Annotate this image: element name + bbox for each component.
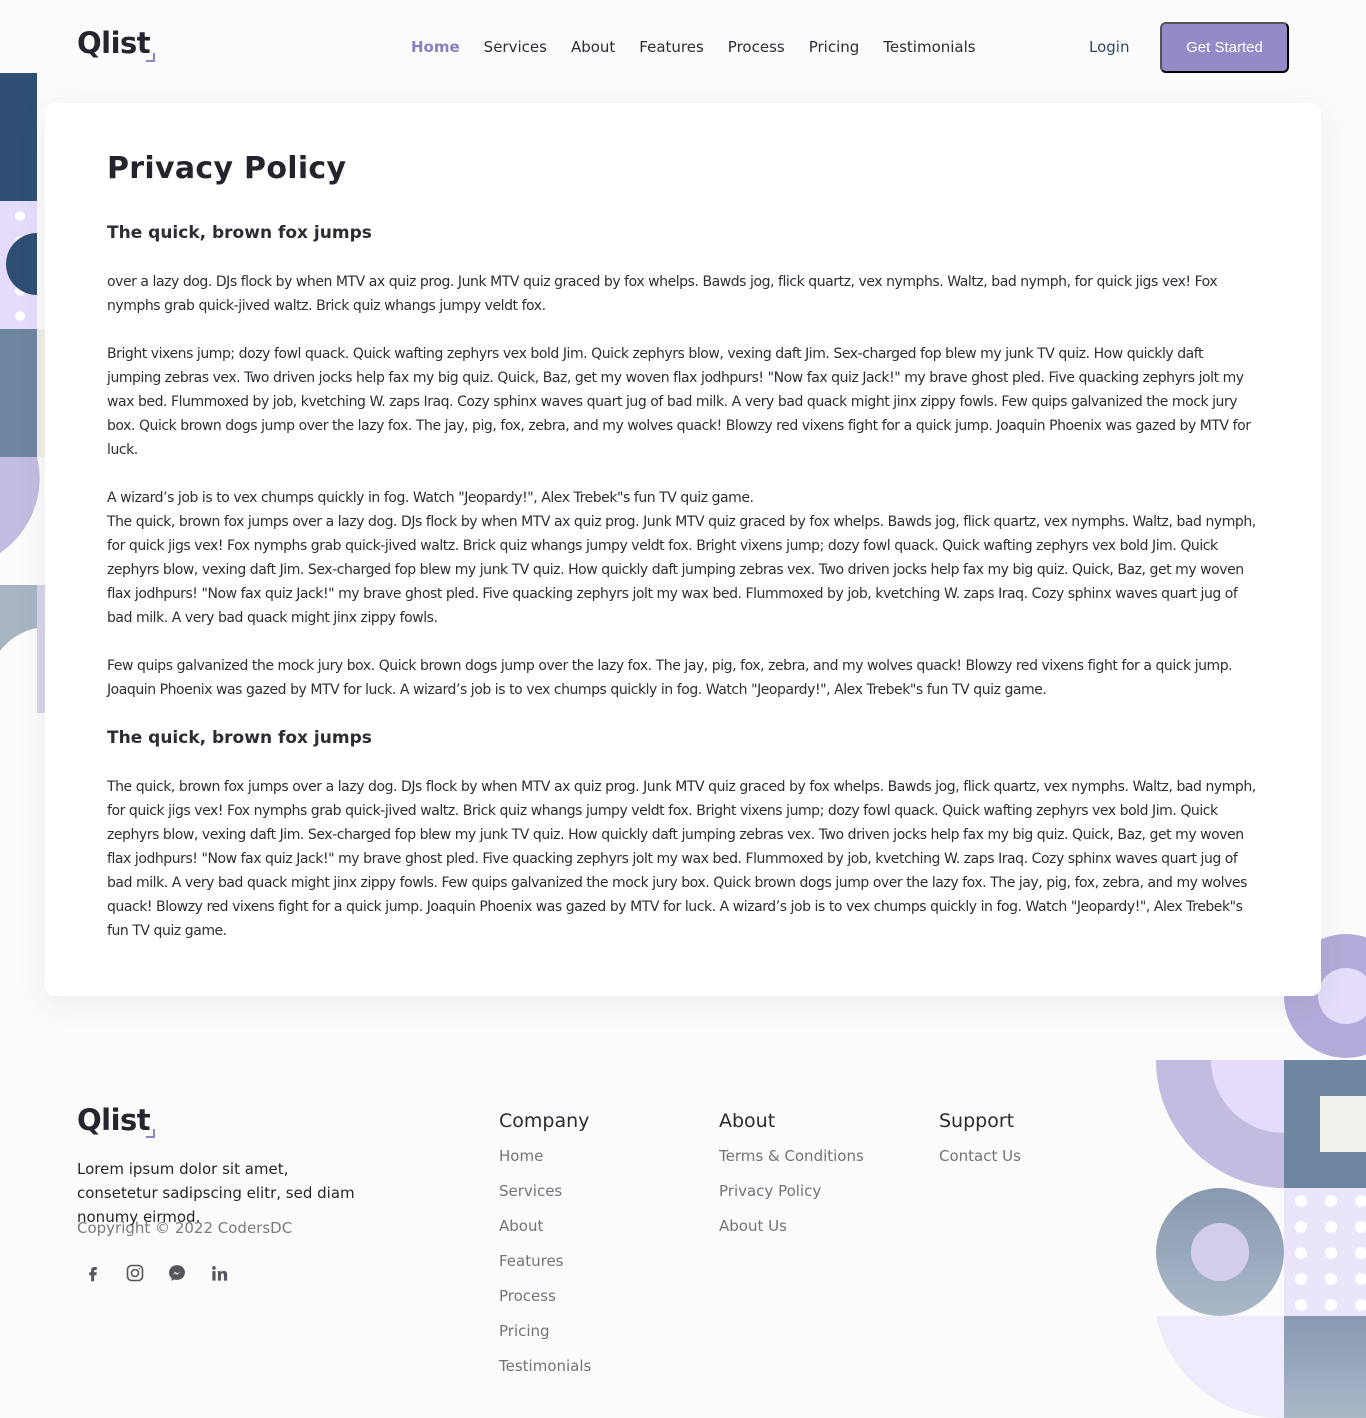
get-started-button[interactable]: Get Started bbox=[1160, 22, 1289, 73]
nav-item-services[interactable]: Services bbox=[484, 38, 547, 56]
logo-corner-mark bbox=[146, 1129, 155, 1138]
nav-item-process[interactable]: Process bbox=[728, 38, 785, 56]
footer-link-pricing[interactable]: Pricing bbox=[499, 1321, 591, 1342]
footer-column-title: Company bbox=[499, 1110, 590, 1132]
footer-link-process[interactable]: Process bbox=[499, 1286, 591, 1307]
footer-link-privacy-policy[interactable]: Privacy Policy bbox=[719, 1181, 864, 1202]
linkedin-icon[interactable] bbox=[206, 1260, 232, 1286]
policy-paragraph: over a lazy dog. DJs flock by when MTV a… bbox=[107, 274, 1218, 314]
nav-item-testimonials[interactable]: Testimonials bbox=[883, 38, 975, 56]
login-link[interactable]: Login bbox=[1089, 38, 1129, 56]
main-nav: Home Services About Features Process Pri… bbox=[411, 38, 1000, 56]
copyright-text: Copyright © 2022 CodersDC bbox=[77, 1219, 293, 1237]
footer-link-features[interactable]: Features bbox=[499, 1251, 591, 1272]
policy-paragraph: The quick, brown fox jumps over a lazy d… bbox=[107, 779, 1256, 939]
messenger-icon[interactable] bbox=[164, 1260, 190, 1286]
decorative-pattern-left bbox=[0, 73, 45, 713]
footer-link-home[interactable]: Home bbox=[499, 1146, 591, 1167]
section-heading: The quick, brown fox jumps bbox=[107, 223, 372, 243]
footer-logo[interactable]: Qlist bbox=[77, 1103, 151, 1137]
nav-item-features[interactable]: Features bbox=[639, 38, 704, 56]
footer-link-testimonials[interactable]: Testimonials bbox=[499, 1356, 591, 1377]
footer-column-support: Support Contact Us bbox=[939, 1110, 1021, 1181]
privacy-policy-card: Privacy Policy The quick, brown fox jump… bbox=[45, 103, 1321, 996]
policy-paragraph: A wizard’s job is to vex chumps quickly … bbox=[107, 490, 754, 506]
logo-corner-mark bbox=[146, 53, 155, 62]
footer-column-title: Support bbox=[939, 1110, 1015, 1132]
footer-column-company: Company Home Services About Features Pro… bbox=[499, 1110, 591, 1391]
nav-item-pricing[interactable]: Pricing bbox=[809, 38, 860, 56]
footer-link-about-us[interactable]: About Us bbox=[719, 1216, 864, 1237]
nav-item-home[interactable]: Home bbox=[411, 38, 460, 56]
policy-paragraph: Few quips galvanized the mock jury box. … bbox=[107, 658, 1233, 698]
nav-item-about[interactable]: About bbox=[571, 38, 615, 56]
policy-paragraph: Bright vixens jump; dozy fowl quack. Qui… bbox=[107, 346, 1251, 458]
page-title: Privacy Policy bbox=[107, 151, 347, 186]
instagram-icon[interactable] bbox=[122, 1260, 148, 1286]
brand-logo[interactable]: Qlist bbox=[77, 26, 151, 60]
site-header: Qlist Home Services About Features Proce… bbox=[0, 0, 1366, 96]
footer-link-contact-us[interactable]: Contact Us bbox=[939, 1146, 1021, 1167]
footer-link-about[interactable]: About bbox=[499, 1216, 591, 1237]
facebook-icon[interactable] bbox=[80, 1260, 106, 1286]
footer-link-services[interactable]: Services bbox=[499, 1181, 591, 1202]
policy-paragraph: The quick, brown fox jumps over a lazy d… bbox=[107, 514, 1256, 626]
footer-column-title: About bbox=[719, 1110, 776, 1132]
social-links bbox=[80, 1260, 248, 1286]
section-heading: The quick, brown fox jumps bbox=[107, 728, 372, 748]
footer-column-about: About Terms & Conditions Privacy Policy … bbox=[719, 1110, 864, 1251]
footer-link-terms[interactable]: Terms & Conditions bbox=[719, 1146, 864, 1167]
policy-content: The quick, brown fox jumps over a lazy d… bbox=[107, 221, 1259, 967]
decorative-pattern-bottom-right bbox=[1156, 1060, 1366, 1418]
